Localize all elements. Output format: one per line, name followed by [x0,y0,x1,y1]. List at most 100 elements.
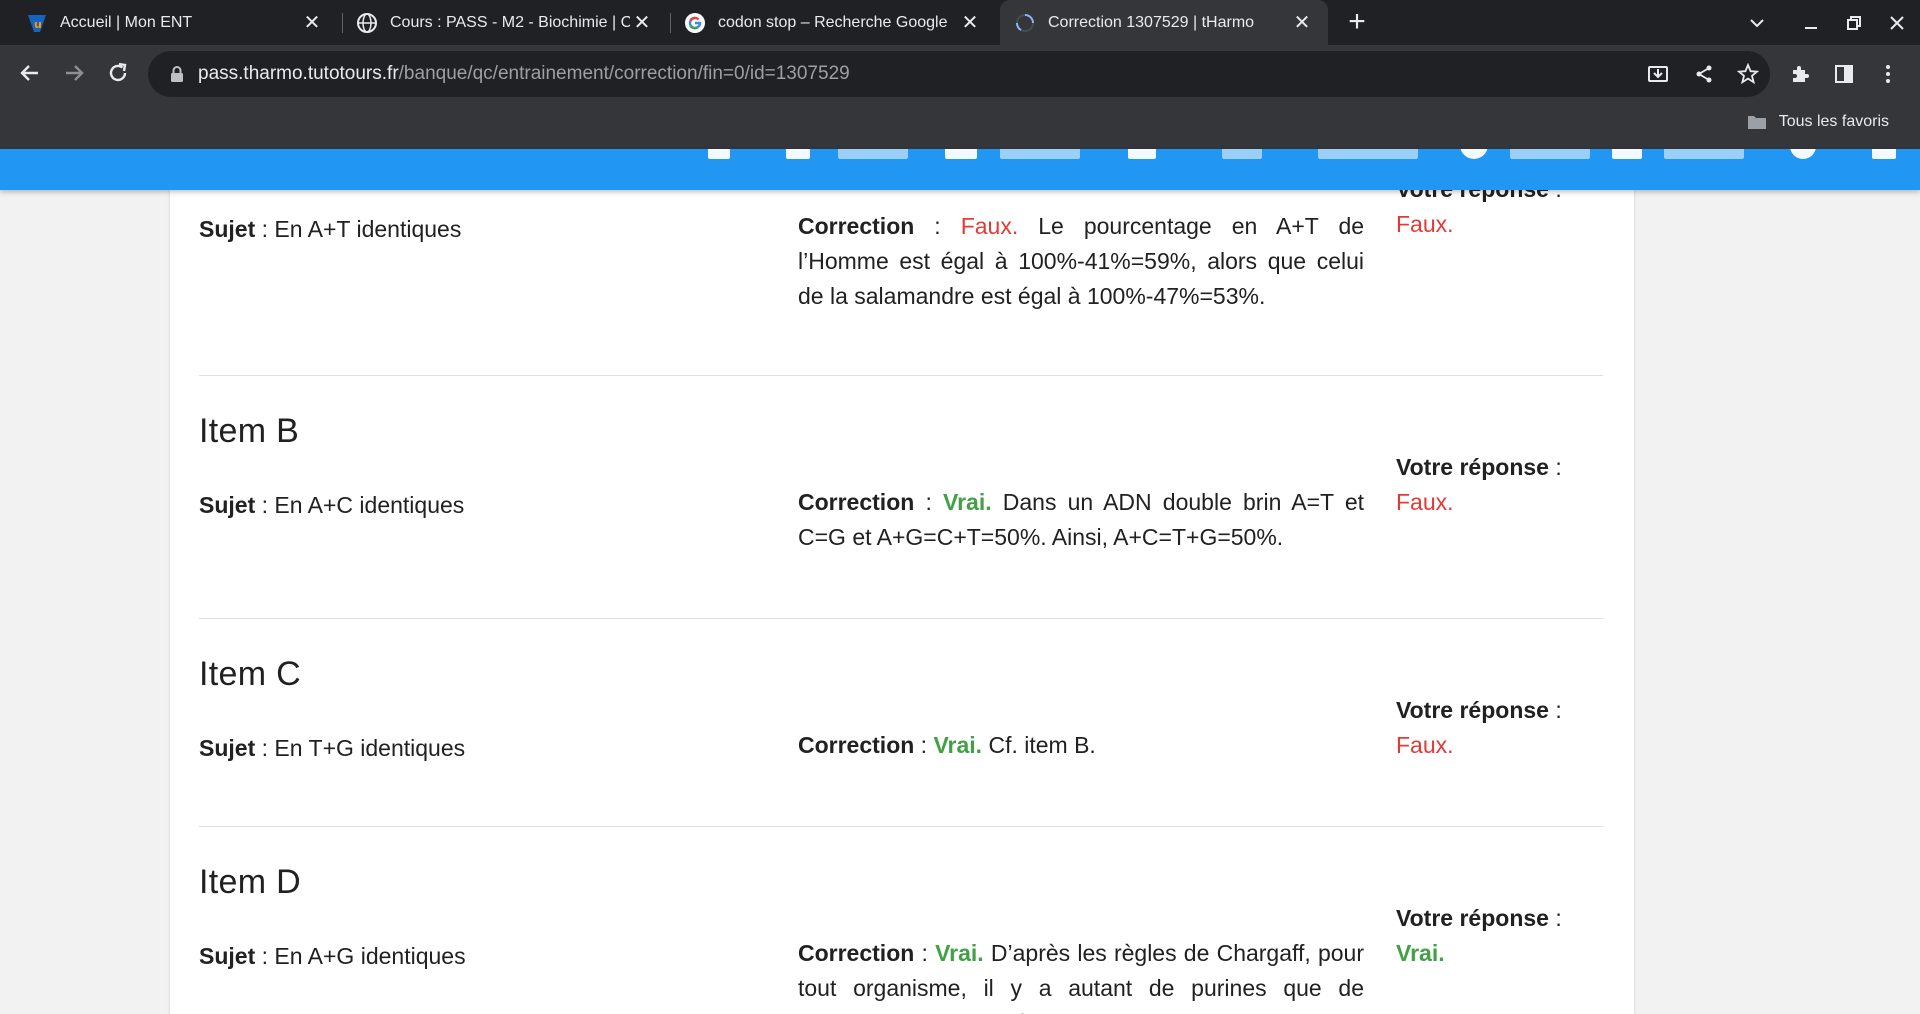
label-separator: : [914,940,936,966]
subject-label: Sujet [199,492,256,518]
google-icon [684,12,706,34]
nav-label-fragment[interactable] [1000,149,1080,159]
answer-label: Votre réponse [1396,190,1549,202]
item-subject: Sujet : En A+C identiques [199,492,464,519]
back-icon[interactable] [12,55,48,91]
site-navbar [0,149,1920,190]
answer-label: Votre réponse [1396,905,1549,931]
label-separator: : [914,489,943,515]
close-tab-icon[interactable]: ✕ [630,11,654,35]
tab-separator [670,13,671,33]
all-bookmarks-button[interactable]: Tous les favoris [1747,113,1889,131]
globe-icon [356,12,378,34]
answer-value: Faux. [1396,732,1454,758]
correction-label: Correction [798,732,915,758]
close-window-icon[interactable] [1877,0,1917,45]
close-tab-icon[interactable]: ✕ [1290,11,1314,35]
svg-text:u: u [34,18,42,31]
item-correction: Correction : Vrai. D’après les règles de… [798,936,1364,1014]
close-tab-icon[interactable]: ✕ [958,11,982,35]
loading-spinner-icon [1014,12,1036,34]
answer-label: Votre réponse [1396,454,1549,480]
item-subject: Sujet : En A+T identiques [199,216,461,243]
tab-accueil[interactable]: u Accueil | Mon ENT ✕ [16,0,334,45]
close-tab-icon[interactable]: ✕ [300,11,324,35]
nav-icon-fragment[interactable] [1872,149,1896,159]
bookmark-star-icon[interactable] [1732,58,1764,90]
tab-title: codon stop – Recherche Google [718,13,948,31]
answer-value: Vrai. [1396,940,1445,966]
ent-logo-icon: u [26,12,48,34]
browser-menu-icon[interactable] [1870,56,1906,92]
reload-icon[interactable] [100,55,136,91]
nav-label-fragment[interactable] [838,149,908,159]
item-answer: Votre réponse : Faux. [1396,450,1562,520]
tab-title: Accueil | Mon ENT [60,13,193,31]
nav-label-fragment[interactable] [1222,149,1262,159]
correction-verdict: Vrai. [933,732,983,758]
correction-label: Correction [798,213,915,239]
correction-label: Correction [798,940,915,966]
nav-label-fragment[interactable] [1318,149,1418,159]
folder-icon [1747,116,1766,129]
answer-value: Faux. [1396,211,1454,237]
label-separator: : [914,213,961,239]
tab-title: Cours : PASS - M2 - Biochimie | C [390,13,630,31]
correction-card: Sujet : En A+T identiques Correction : F… [170,190,1634,1014]
label-separator: : [255,943,275,969]
correction-verdict: Vrai. [935,940,984,966]
item-title: Item B [199,412,300,450]
tab-cours[interactable]: Cours : PASS - M2 - Biochimie | C ✕ [346,0,664,45]
correction-text: Cf. item B. [988,732,1096,758]
url-host: pass.tharmo.tutotours.fr [198,63,399,84]
subject-text: En A+T identiques [274,216,462,242]
nav-icon-fragment[interactable] [708,149,730,159]
nav-icon-fragment[interactable] [1460,149,1488,159]
tab-google[interactable]: codon stop – Recherche Google ✕ [674,0,992,45]
nav-icon-fragment[interactable] [1790,149,1816,159]
minimize-icon[interactable] [1791,0,1831,45]
nav-label-fragment[interactable] [1664,149,1744,159]
correction-verdict: Vrai. [943,489,992,515]
new-tab-button[interactable]: + [1342,7,1372,38]
item-title: Item C [199,655,301,693]
url-path: /banque/qc/entrainement/correction/fin=0… [398,63,850,84]
subject-label: Sujet [199,216,256,242]
correction-verdict: Faux. [960,213,1019,239]
address-bar[interactable]: pass.tharmo.tutotours.fr/banque/qc/entra… [148,51,1770,97]
correction-label: Correction [798,489,915,515]
tab-search-icon[interactable] [1737,0,1777,45]
label-separator: : [255,216,275,242]
side-panel-icon[interactable] [1826,56,1862,92]
tab-separator [342,13,343,33]
nav-icon-fragment[interactable] [1128,149,1156,159]
subject-text: En T+G identiques [274,735,466,761]
label-separator: : [1548,905,1562,931]
page-content: Sujet : En A+T identiques Correction : F… [0,190,1920,1014]
item-answer: Votre réponse : Faux. [1396,190,1562,242]
subject-text: En A+G identiques [274,943,466,969]
forward-icon[interactable] [56,55,92,91]
tab-correction[interactable]: Correction 1307529 | tHarmo ✕ [1000,0,1328,45]
answer-label: Votre réponse [1396,697,1549,723]
item-title: Item D [199,863,301,901]
label-separator: : [914,732,934,758]
subject-text: En A+C identiques [274,492,465,518]
install-app-icon[interactable] [1642,58,1674,90]
nav-icon-fragment[interactable] [786,149,810,159]
item-correction: Correction : Faux. Le pourcentage en A+T… [798,209,1364,314]
tab-title: Correction 1307529 | tHarmo [1048,13,1255,31]
label-separator: : [255,735,275,761]
item-answer: Votre réponse : Faux. [1396,693,1562,763]
item-correction: Correction : Vrai. Dans un ADN double br… [798,485,1364,555]
item-subject: Sujet : En T+G identiques [199,735,465,762]
restore-icon[interactable] [1834,0,1874,45]
label-separator: : [1548,454,1562,480]
subject-label: Sujet [199,943,256,969]
extensions-icon[interactable] [1782,56,1818,92]
nav-icon-fragment[interactable] [945,149,977,159]
nav-icon-fragment[interactable] [1612,149,1642,159]
item-correction: Correction : Vrai. Cf. item B. [798,728,1364,763]
share-icon[interactable] [1688,58,1720,90]
nav-label-fragment[interactable] [1510,149,1590,159]
